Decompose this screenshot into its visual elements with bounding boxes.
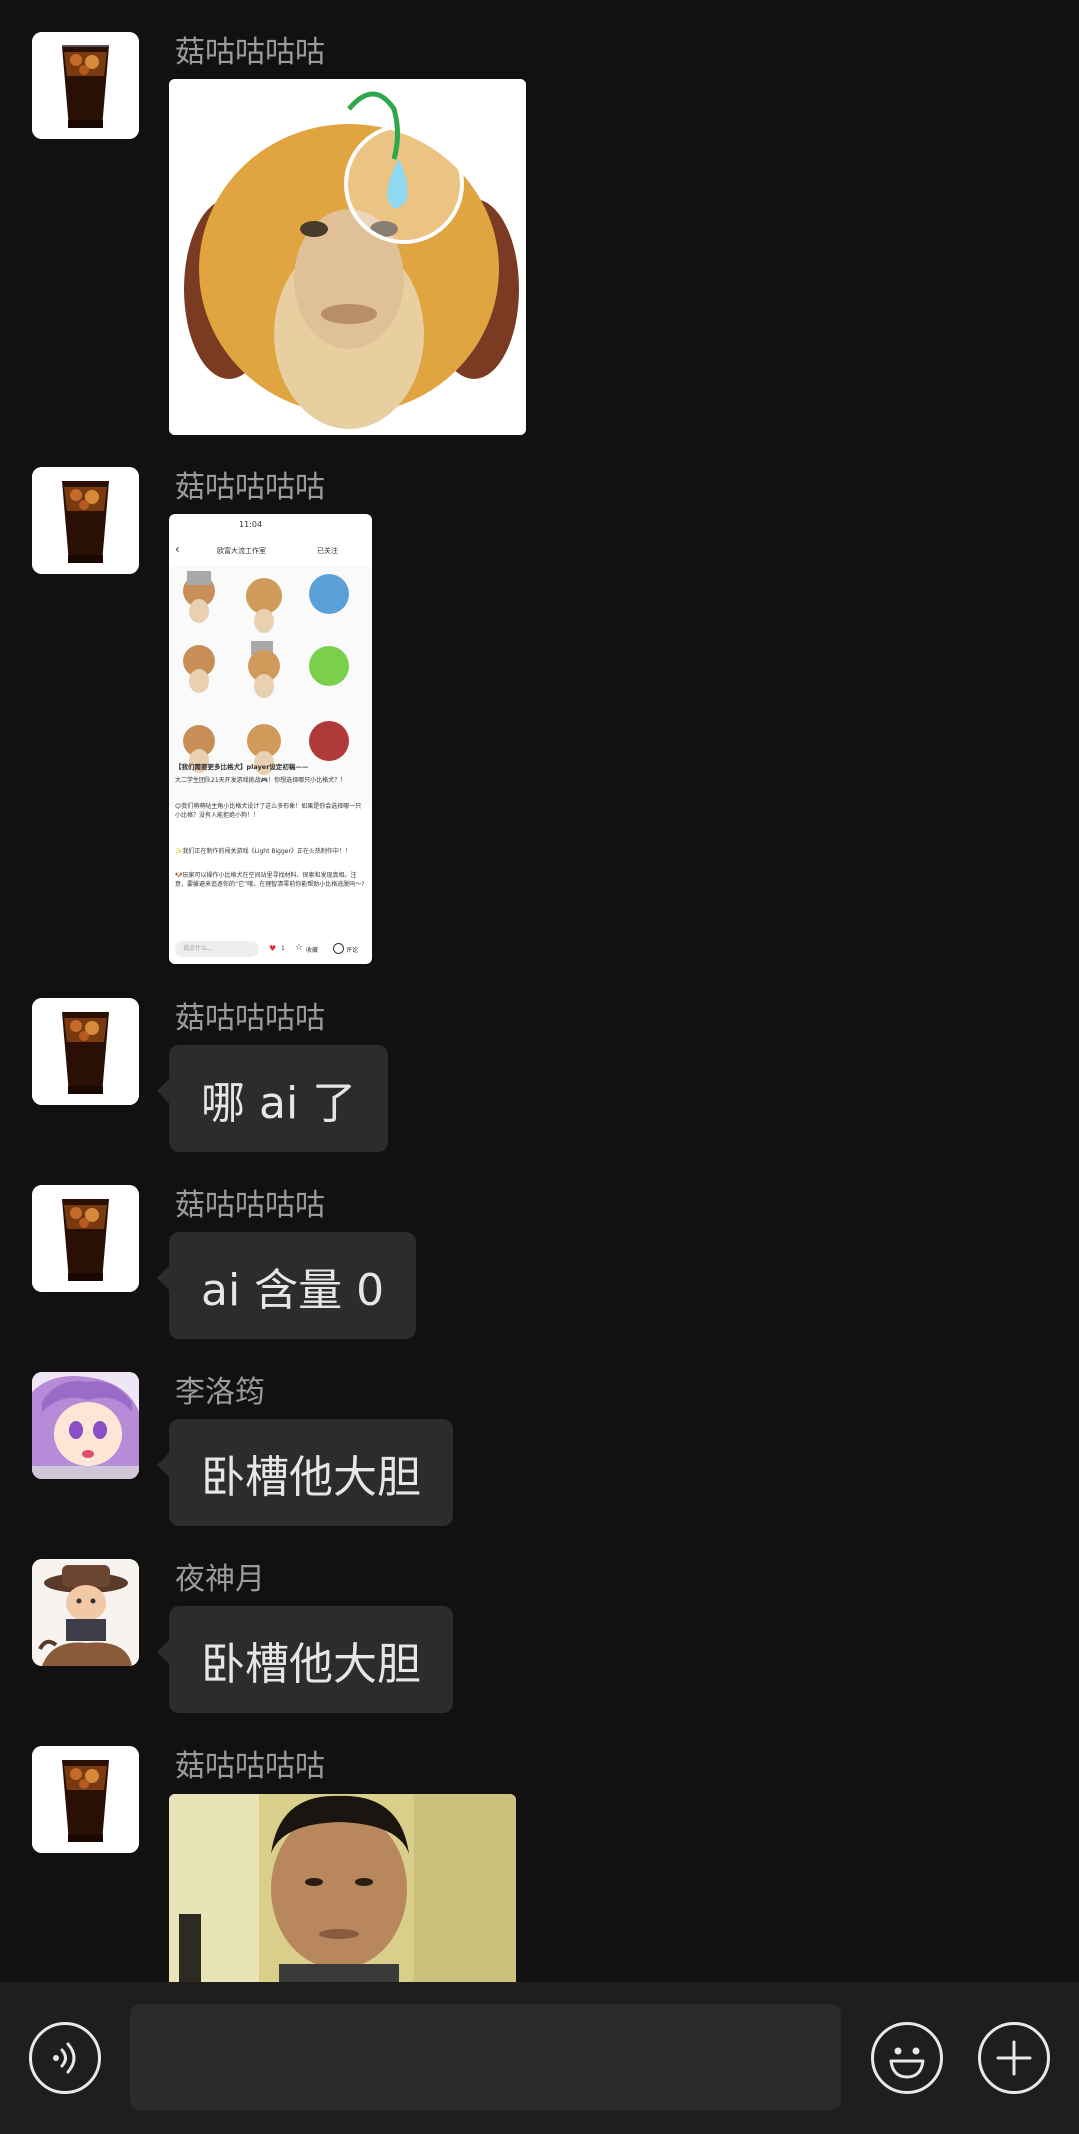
comment-label: 评论 bbox=[346, 947, 359, 954]
screenshot-page-title: 欧富大流工作室 bbox=[217, 547, 266, 555]
screenshot-line-4: 🐶玩家可以操作小比格犬在空间站里寻找材料、探索和发现真相。注意，要躲避来追逐你的… bbox=[175, 872, 365, 888]
text-bubble[interactable]: ai 含量 0 bbox=[156, 1232, 417, 1339]
like-count: 1 bbox=[281, 945, 285, 952]
avatar[interactable] bbox=[32, 467, 139, 574]
phone-screenshot-image: 11:04 ‹ 欧富大流工作室 已关注 【我们需要更多比格犬】player设定初… bbox=[169, 514, 372, 964]
comment-icon bbox=[333, 943, 344, 954]
sender-name: 菇咕咕咕咕 bbox=[175, 35, 325, 70]
cowboy-avatar-image bbox=[32, 1559, 139, 1666]
voice-button[interactable] bbox=[29, 2022, 101, 2094]
cola-glass-avatar-image bbox=[32, 32, 139, 139]
anime-girl-avatar-image bbox=[32, 1372, 139, 1479]
screenshot-post-title: 【我们需要更多比格犬】player设定初稿—— bbox=[175, 763, 309, 771]
text-bubble[interactable]: 哪 ai 了 bbox=[156, 1045, 389, 1152]
plus-icon bbox=[996, 2040, 1032, 2076]
cola-glass-avatar-image bbox=[32, 1185, 139, 1292]
dog-face-sticker-image bbox=[169, 79, 526, 435]
input-bar bbox=[0, 1982, 1079, 2134]
sender-name: 菇咕咕咕咕 bbox=[175, 1188, 325, 1223]
emoji-icon bbox=[889, 2047, 925, 2079]
sender-name: 菇咕咕咕咕 bbox=[175, 1001, 325, 1036]
screenshot-line-1: 大二学生团队21天开发游戏挑战🎮！你想选择哪只小比格犬？！ bbox=[175, 777, 347, 784]
cola-glass-avatar-image bbox=[32, 1746, 139, 1853]
star-icon: ☆ bbox=[295, 943, 304, 953]
avatar[interactable] bbox=[32, 1746, 139, 1853]
text-bubble[interactable]: 卧槽他大胆 bbox=[157, 1419, 453, 1526]
avatar[interactable] bbox=[32, 1372, 139, 1479]
screenshot-comment-input: 说点什么... bbox=[175, 941, 259, 957]
voice-icon bbox=[53, 2042, 76, 2074]
sender-name: 夜神月 bbox=[175, 1562, 265, 1597]
avatar[interactable] bbox=[32, 998, 139, 1105]
avatar[interactable] bbox=[32, 1185, 139, 1292]
screenshot-follow-label: 已关注 bbox=[317, 547, 338, 555]
collect-label: 收藏 bbox=[306, 947, 319, 954]
text-bubble[interactable]: 卧槽他大胆 bbox=[157, 1606, 453, 1713]
cola-glass-avatar-image bbox=[32, 467, 139, 574]
image-message[interactable] bbox=[169, 79, 526, 435]
plus-button[interactable] bbox=[978, 2022, 1050, 2094]
man-photo-image bbox=[169, 1794, 516, 1982]
emoji-button[interactable] bbox=[871, 2022, 943, 2094]
cola-glass-avatar-image bbox=[32, 998, 139, 1105]
heart-icon: ♥ bbox=[269, 944, 277, 953]
chat-list: 菇咕咕咕咕 菇咕咕咕咕 11:04 ‹ 欧富大流工作室 已关注 【我们需要更多比… bbox=[0, 0, 1079, 1982]
image-message[interactable] bbox=[169, 1794, 516, 1982]
image-message[interactable]: 11:04 ‹ 欧富大流工作室 已关注 【我们需要更多比格犬】player设定初… bbox=[169, 514, 372, 964]
message-input[interactable] bbox=[130, 2004, 841, 2110]
avatar[interactable] bbox=[32, 1559, 139, 1666]
sender-name: 菇咕咕咕咕 bbox=[175, 470, 325, 505]
sender-name: 菇咕咕咕咕 bbox=[175, 1749, 325, 1784]
sender-name: 李洛筠 bbox=[175, 1375, 265, 1410]
back-arrow-icon: ‹ bbox=[175, 542, 180, 556]
screenshot-line-3: ✨我们正在制作的闯关游戏《Light Bigger》正在火热制作中！！ bbox=[175, 848, 351, 855]
status-time: 11:04 bbox=[239, 520, 263, 529]
screenshot-line-2: 😊我们萌萌哒主角小比格犬设计了这么多形象！如果是你会选择哪一只小比格？没有人能拒… bbox=[175, 803, 362, 819]
avatar[interactable] bbox=[32, 32, 139, 139]
